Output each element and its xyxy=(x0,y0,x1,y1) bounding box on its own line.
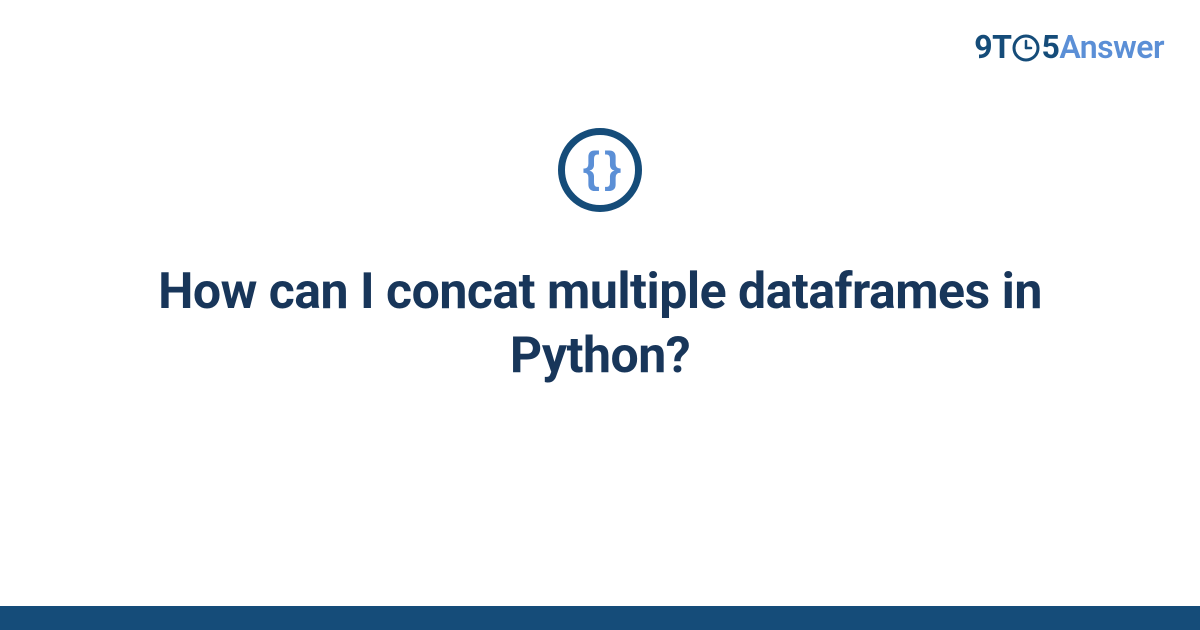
logo-text-5: 5 xyxy=(1041,28,1059,66)
question-title: How can I concat multiple dataframes in … xyxy=(150,260,1050,388)
logo-text-9t: 9T xyxy=(974,28,1011,66)
clock-icon xyxy=(1012,34,1040,62)
site-logo[interactable]: 9T 5 Answer xyxy=(974,28,1164,66)
category-icon-circle: { } xyxy=(558,128,642,212)
footer-bar xyxy=(0,606,1200,630)
code-braces-icon: { } xyxy=(583,146,617,190)
main-content: { } How can I concat multiple dataframes… xyxy=(0,128,1200,388)
logo-text-answer: Answer xyxy=(1059,28,1164,66)
